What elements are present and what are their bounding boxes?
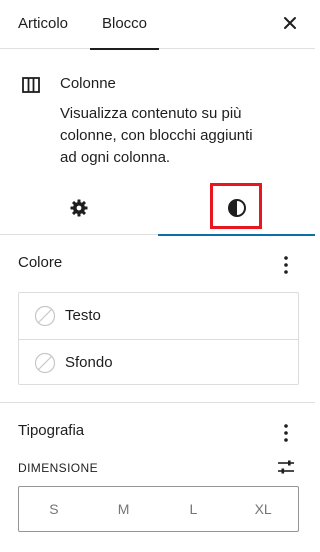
color-item-label: Sfondo [65, 354, 113, 371]
empty-swatch-icon [34, 352, 56, 374]
dimension-label: DIMENSIONE [18, 461, 99, 475]
typography-section-title: Tipografia [18, 422, 85, 439]
close-button[interactable] [275, 8, 305, 38]
more-vertical-icon [284, 256, 288, 274]
close-icon [284, 17, 296, 29]
sliders-icon [278, 460, 294, 474]
tab-blocco[interactable]: Blocco [90, 0, 160, 50]
size-option-s[interactable]: S [19, 487, 89, 531]
tab-styles[interactable] [158, 181, 315, 236]
custom-size-button[interactable] [275, 456, 297, 478]
block-description: Visualizza contenuto su più colonne, con… [60, 105, 253, 166]
block-title: Colonne [60, 75, 116, 92]
empty-swatch-icon [34, 305, 56, 327]
size-option-xl[interactable]: XL [228, 487, 298, 531]
color-section-header: Colore [0, 250, 315, 280]
size-option-l[interactable]: L [159, 487, 229, 531]
color-section-title: Colore [18, 254, 63, 271]
highlight-box [210, 183, 262, 229]
block-inspector-tabs [0, 181, 315, 236]
color-settings-list: Testo Sfondo [18, 292, 299, 385]
tab-settings[interactable] [0, 181, 157, 235]
color-options-button[interactable] [275, 254, 297, 276]
more-vertical-icon [284, 424, 288, 442]
color-item-label: Testo [65, 307, 101, 324]
gear-icon [70, 199, 87, 217]
section-divider [0, 402, 315, 403]
typography-section-header: Tipografia [0, 418, 315, 448]
tab-articolo[interactable]: Articolo [18, 0, 68, 49]
typography-options-button[interactable] [275, 422, 297, 444]
block-settings-panel: Articolo Blocco Colonne Visualizza conte… [0, 0, 315, 552]
sidebar-tabs: Articolo Blocco [0, 0, 315, 50]
columns-icon [22, 77, 40, 93]
color-item-sfondo[interactable]: Sfondo [19, 339, 298, 385]
font-size-picker: S M L XL [18, 486, 299, 532]
size-option-m[interactable]: M [89, 487, 159, 531]
color-item-testo[interactable]: Testo [19, 293, 298, 339]
